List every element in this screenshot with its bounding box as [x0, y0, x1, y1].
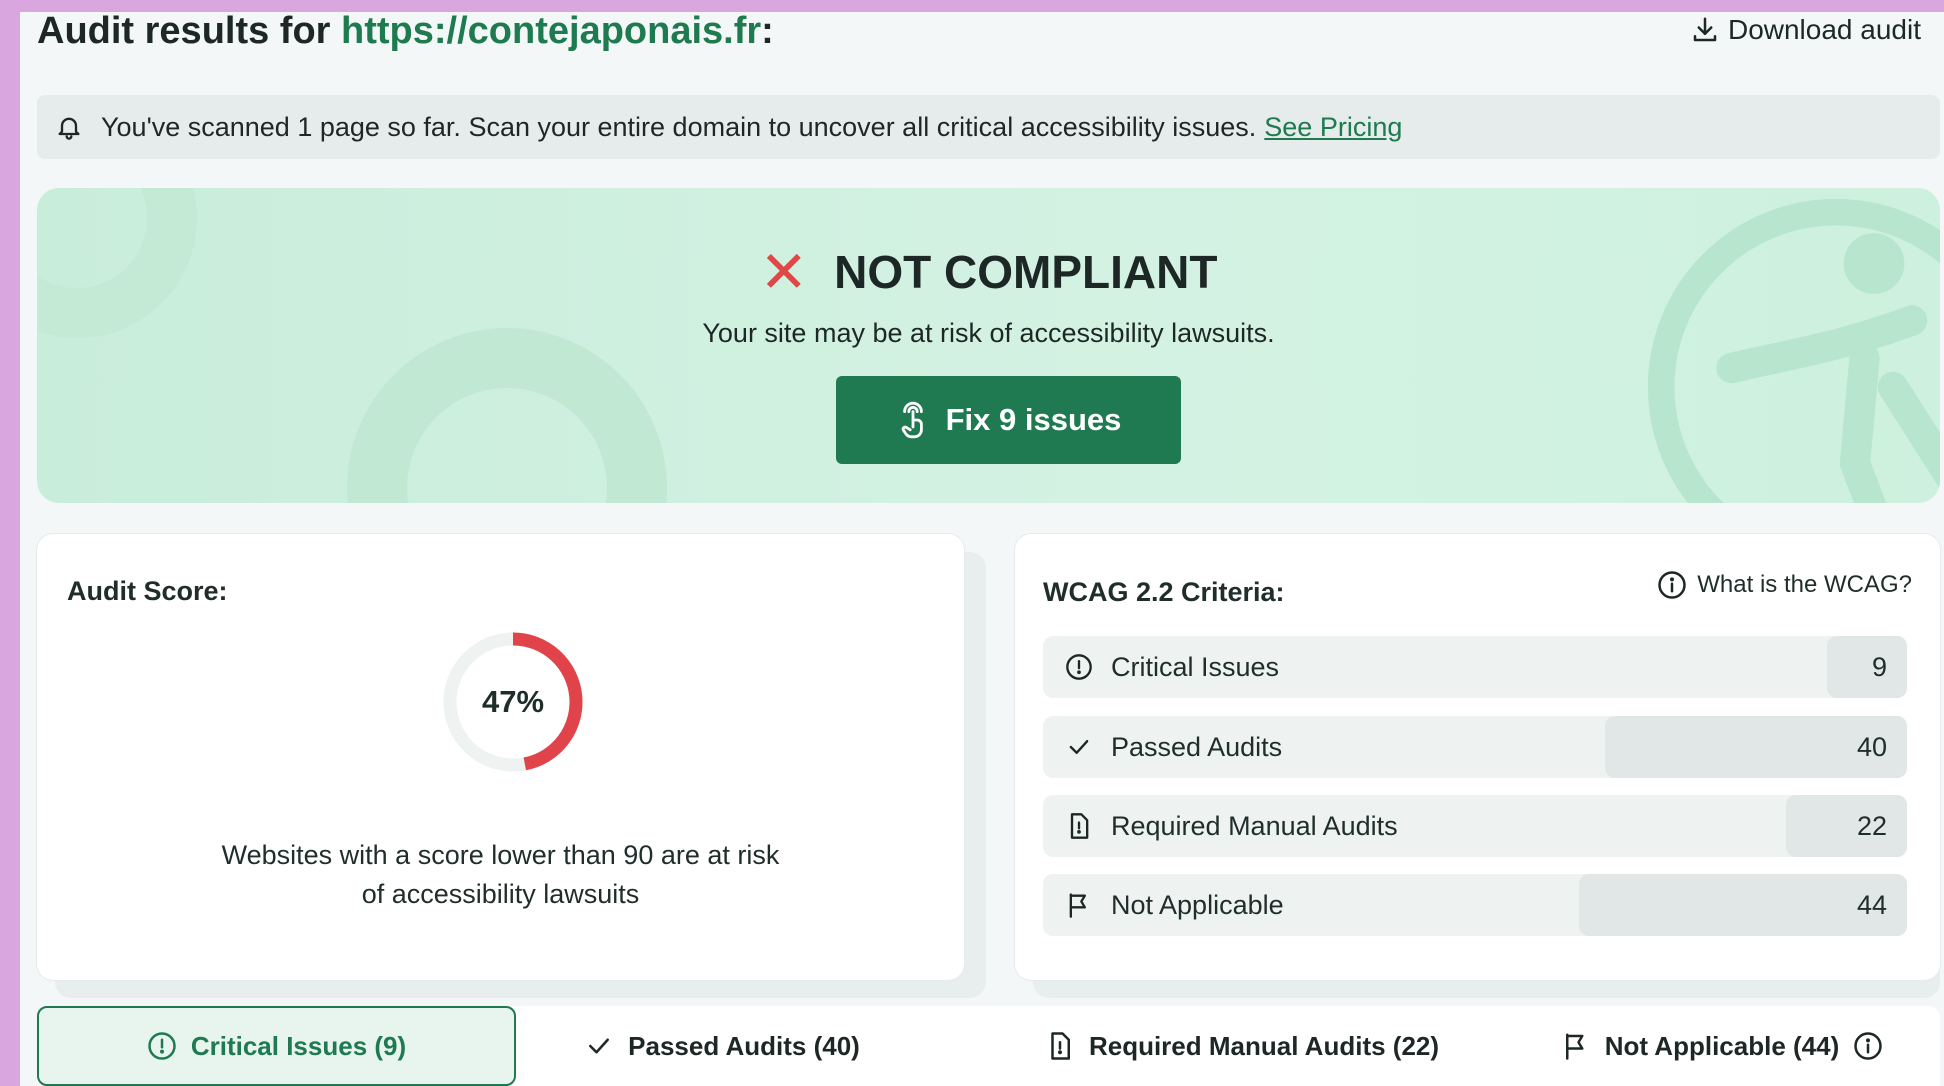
criteria-label: Critical Issues — [1111, 651, 1280, 682]
download-audit-button[interactable]: Download audit — [1690, 14, 1921, 46]
page-title: Audit results for https://contejaponais.… — [37, 12, 774, 53]
page-header: Audit results for https://contejaponais.… — [37, 12, 1937, 62]
download-audit-label: Download audit — [1727, 14, 1921, 45]
criteria-count: 44 — [1856, 890, 1887, 920]
compliance-subtitle: Your site may be at risk of accessibilit… — [702, 318, 1275, 348]
audited-url: https://contejaponais.fr — [341, 12, 762, 52]
title-suffix: : — [761, 12, 774, 52]
tab-label: Not Applicable (44) — [1604, 1030, 1840, 1061]
criteria-label: Not Applicable — [1111, 889, 1284, 920]
flag-icon — [1069, 893, 1086, 918]
fix-issues-label: Fix 9 issues — [945, 402, 1122, 437]
alert-circle-icon — [148, 1032, 176, 1060]
criteria-bar — [1786, 795, 1907, 857]
tab-required-manual-audits[interactable]: Required Manual Audits (22) — [1007, 1006, 1477, 1086]
what-is-wcag-label: What is the WCAG? — [1697, 571, 1912, 598]
alert-circle-icon — [1066, 654, 1092, 680]
decorative-circle — [347, 328, 667, 503]
score-note: Websites with a score lower than 90 are … — [137, 836, 864, 914]
audit-page: Audit results for https://contejaponais.… — [20, 12, 1944, 1086]
check-icon — [1069, 740, 1089, 754]
criteria-count: 9 — [1871, 652, 1887, 682]
criteria-row-not-applicable[interactable]: Not Applicable 44 — [1043, 874, 1907, 936]
score-note-line: Websites with a score lower than 90 are … — [221, 840, 780, 870]
info-icon — [1658, 571, 1687, 599]
compliance-status: ✕ NOT COMPLIANT — [37, 238, 1940, 306]
tab-critical-issues[interactable]: Critical Issues (9) — [37, 1006, 516, 1086]
scan-notice: You've scanned 1 page so far. Scan your … — [37, 95, 1940, 159]
audit-score-label: Audit Score: — [67, 576, 228, 606]
document-alert-icon — [1051, 1032, 1070, 1060]
score-value: 47% — [481, 684, 545, 719]
wcag-criteria-card: WCAG 2.2 Criteria: What is the WCAG? Cri… — [1015, 534, 1940, 980]
criteria-count: 22 — [1856, 811, 1887, 841]
criteria-row-passed[interactable]: Passed Audits 40 — [1043, 716, 1907, 778]
tab-label: Required Manual Audits (22) — [1088, 1030, 1440, 1061]
score-note-line: of accessibility lawsuits — [361, 879, 640, 909]
what-is-wcag-link[interactable]: What is the WCAG? — [1657, 570, 1912, 600]
check-icon — [589, 1038, 610, 1054]
flag-icon — [1565, 1033, 1584, 1060]
compliance-banner: ✕ NOT COMPLIANT Your site may be at risk … — [37, 188, 1940, 503]
info-icon[interactable] — [1853, 1031, 1883, 1061]
bell-icon — [58, 117, 80, 140]
tab-label: Critical Issues (9) — [190, 1030, 407, 1061]
tab-label: Passed Audits (40) — [628, 1030, 860, 1061]
tab-not-applicable[interactable]: Not Applicable (44) — [1537, 1006, 1907, 1086]
criteria-row-critical[interactable]: Critical Issues 9 — [1043, 636, 1907, 698]
criteria-row-manual[interactable]: Required Manual Audits 22 — [1043, 795, 1907, 857]
criteria-count: 40 — [1856, 732, 1887, 762]
download-icon — [1693, 17, 1717, 42]
criteria-label: Passed Audits — [1111, 731, 1283, 762]
results-tabs: Critical Issues (9) Passed Audits (40) R… — [37, 1006, 1940, 1086]
see-pricing-link[interactable]: See Pricing — [1264, 112, 1402, 143]
title-prefix: Audit results for — [37, 12, 342, 52]
close-icon: ✕ — [759, 240, 809, 305]
tab-passed-audits[interactable]: Passed Audits (40) — [557, 1006, 887, 1086]
criteria-bar — [1827, 636, 1907, 698]
wcag-criteria-label: WCAG 2.2 Criteria: — [1043, 577, 1285, 607]
notice-text: You've scanned 1 page so far. Scan your … — [101, 111, 1257, 142]
criteria-label: Required Manual Audits — [1111, 810, 1398, 841]
fix-issues-button[interactable]: Fix 9 issues — [836, 376, 1181, 464]
tap-icon — [901, 401, 923, 439]
document-alert-icon — [1070, 813, 1089, 839]
compliance-status-text: NOT COMPLIANT — [834, 246, 1218, 298]
audit-score-card: Audit Score: 47% Websites with a score l… — [37, 534, 964, 980]
